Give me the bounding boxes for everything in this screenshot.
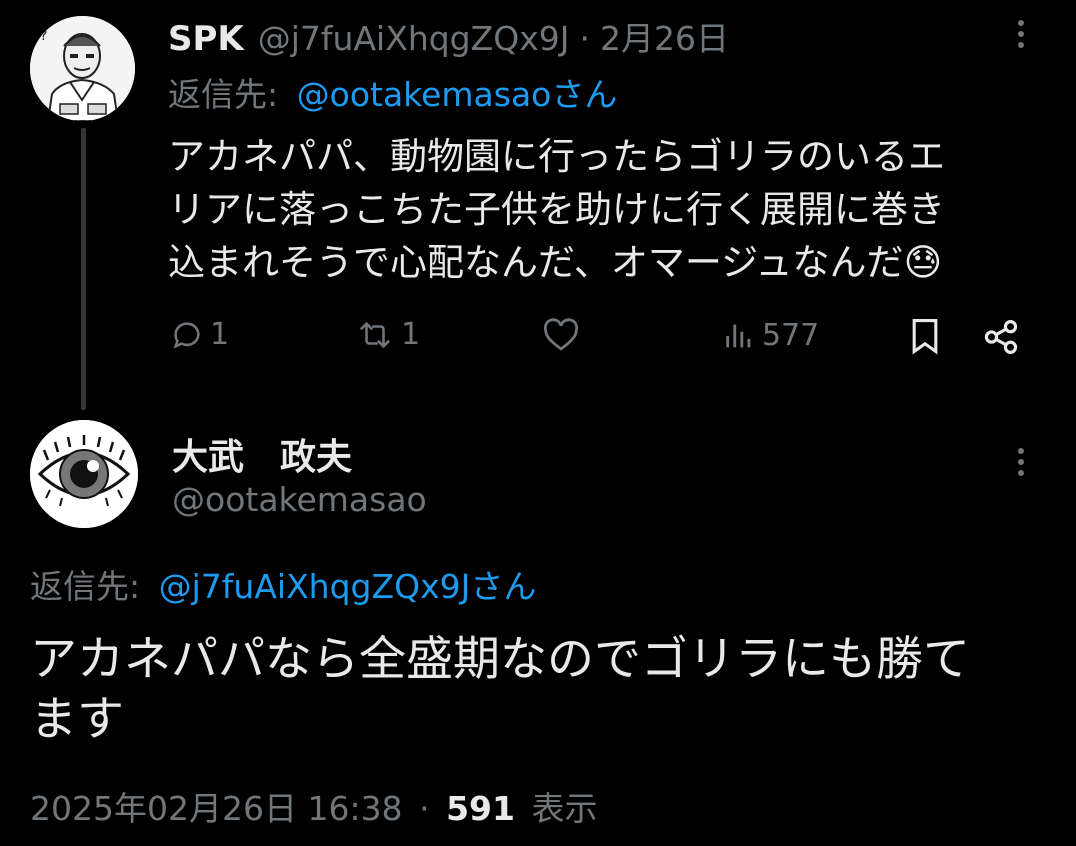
like-button[interactable] xyxy=(542,318,580,352)
reply-prefix: 返信先: xyxy=(30,567,141,606)
avatar-ootake-image xyxy=(30,420,138,528)
thread-line xyxy=(81,128,86,410)
reply-context: 返信先: @ootakemasaoさん xyxy=(168,68,617,116)
views-count: 577 xyxy=(762,318,820,353)
views-label: 表示 xyxy=(531,789,598,828)
reply-context: 返信先: @j7fuAiXhqgZQx9Jさん xyxy=(30,560,536,608)
tweet-1-header: SPK @j7fuAiXhqgZQx9J · 2月26日 xyxy=(168,12,729,59)
more-icon[interactable] xyxy=(1016,448,1026,476)
meta-separator: · xyxy=(419,789,430,828)
share-button[interactable] xyxy=(982,318,1020,356)
reply-prefix: 返信先: xyxy=(168,75,279,114)
author-handle[interactable]: @ootakemasao xyxy=(172,480,427,519)
post-meta: 2025年02月26日 16:38 · 591 表示 xyxy=(30,782,597,830)
reply-icon xyxy=(173,321,200,349)
share-icon xyxy=(984,320,1018,354)
reply-count: 1 xyxy=(210,317,230,352)
tweet-text-line-text: 込まれそうで心配なんだ、オマージュなんだ xyxy=(168,241,904,284)
reply-to-link[interactable]: @ootakemasaoさん xyxy=(297,75,618,114)
svg-text:?: ? xyxy=(40,28,47,44)
tweet-text: アカネパパなら全盛期なのでゴリラにも勝て ます xyxy=(30,630,970,750)
bookmark-button[interactable] xyxy=(908,317,942,355)
tweet-text-line: リアに落っこちた子供を助けに行く展開に巻き xyxy=(168,188,945,231)
like-icon xyxy=(543,318,579,351)
views-count: 591 xyxy=(446,789,515,828)
tweet-text-line: ます xyxy=(30,692,124,747)
meta-separator: · xyxy=(579,19,590,58)
avatar-spk[interactable]: ? xyxy=(30,16,135,121)
repost-button[interactable]: 1 xyxy=(355,317,420,352)
avatar-spk-image: ? xyxy=(30,16,135,121)
tweet-text-line: アカネパパ、動物園に行ったらゴリラのいるエ xyxy=(168,135,945,178)
repost-count: 1 xyxy=(401,317,421,352)
sweat-emoji: 😓 xyxy=(903,241,943,284)
display-name[interactable]: SPK xyxy=(168,19,244,59)
tweet-text: アカネパパ、動物園に行ったらゴリラのいるエ リアに落っこちた子供を助けに行く展開… xyxy=(168,130,945,289)
tweet-text-line: 込まれそうで心配なんだ、オマージュなんだ😓 xyxy=(168,236,945,289)
reply-to-link[interactable]: @j7fuAiXhqgZQx9Jさん xyxy=(159,567,537,606)
tweet-text-line: アカネパパなら全盛期なのでゴリラにも勝て xyxy=(30,632,970,687)
post-timestamp[interactable]: 2025年02月26日 16:38 xyxy=(30,789,403,828)
more-icon[interactable] xyxy=(1016,20,1026,48)
views-icon xyxy=(726,324,751,347)
post-date[interactable]: 2月26日 xyxy=(600,12,729,60)
avatar-ootake[interactable] xyxy=(30,420,138,528)
bookmark-icon xyxy=(912,319,938,355)
views-button[interactable]: 577 xyxy=(722,318,819,353)
reply-button[interactable]: 1 xyxy=(170,317,229,352)
author-display-name[interactable]: 大武 政夫 xyxy=(172,428,352,480)
repost-icon xyxy=(359,321,391,348)
user-handle[interactable]: @j7fuAiXhqgZQx9J xyxy=(258,19,570,58)
